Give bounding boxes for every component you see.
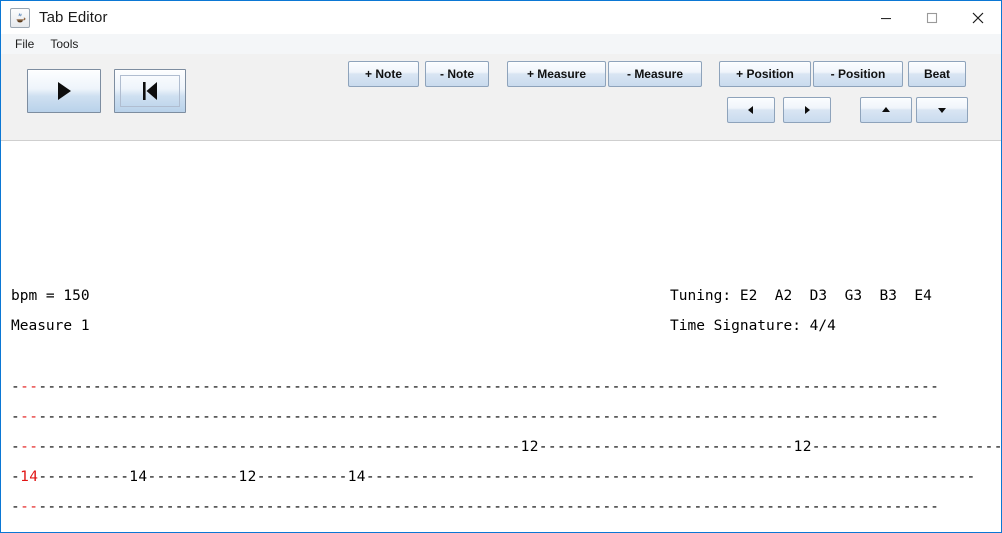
arrow-left-icon (748, 106, 753, 114)
add-position-button[interactable]: + Position (719, 61, 811, 87)
play-icon (58, 82, 71, 100)
string-g3-post: ----------------------------------------… (38, 439, 1001, 455)
remove-measure-button[interactable]: - Measure (608, 61, 702, 87)
remove-position-button[interactable]: - Position (813, 61, 903, 87)
string-a2-pre: - (11, 499, 21, 515)
minimize-button[interactable] (863, 1, 909, 34)
add-note-button[interactable]: + Note (348, 61, 419, 87)
time-signature-label: Time Signature: 4/4 (670, 318, 836, 334)
remove-note-button[interactable]: - Note (425, 61, 489, 87)
string-g3-cursor: -- (20, 439, 39, 455)
measure-label: Measure 1 (11, 318, 90, 334)
title-bar: Tab Editor (1, 1, 1001, 34)
string-e4-pre: - (11, 379, 21, 395)
minimize-icon (881, 17, 891, 19)
string-a2-cursor: -- (20, 499, 39, 515)
string-b3-pre: - (11, 409, 21, 425)
string-g3-line[interactable]: ----------------------------------------… (11, 439, 1001, 455)
string-d3-line[interactable]: -14----------14----------12----------14-… (11, 469, 976, 485)
string-e4-line[interactable]: ----------------------------------------… (11, 379, 939, 395)
beat-button[interactable]: Beat (908, 61, 966, 87)
move-up-button[interactable] (860, 97, 912, 123)
java-coffee-cup-icon (10, 7, 30, 28)
bpm-label: bpm = 150 (11, 288, 90, 304)
string-a2-line[interactable]: ----------------------------------------… (11, 499, 939, 515)
string-d3-post: ----------14----------12----------14----… (38, 469, 976, 485)
menu-bar: File Tools (1, 34, 1001, 54)
move-right-button[interactable] (783, 97, 831, 123)
window-controls (863, 1, 1001, 34)
arrow-right-icon (805, 106, 810, 114)
tab-sheet[interactable]: bpm = 150 Measure 1 Tuning: E2 A2 D3 G3 … (1, 141, 1001, 532)
move-down-button[interactable] (916, 97, 968, 123)
app-window: Tab Editor File Tools + Note - Note + Me… (0, 0, 1002, 533)
string-b3-post: ----------------------------------------… (38, 409, 940, 425)
arrow-down-icon (938, 108, 946, 113)
string-e4-cursor: -- (20, 379, 39, 395)
focus-ring (120, 75, 180, 107)
add-measure-button[interactable]: + Measure (507, 61, 606, 87)
maximize-button[interactable] (909, 1, 955, 34)
tuning-label: Tuning: E2 A2 D3 G3 B3 E4 (670, 288, 932, 304)
string-d3-cursor: 14 (20, 469, 39, 485)
rewind-to-start-button[interactable] (114, 69, 186, 113)
close-icon (972, 12, 984, 23)
toolbar: + Note - Note + Measure - Measure + Posi… (1, 54, 1001, 141)
close-button[interactable] (955, 1, 1001, 34)
window-title: Tab Editor (39, 9, 108, 26)
play-button[interactable] (27, 69, 101, 113)
maximize-icon (926, 12, 938, 23)
menu-item-tools[interactable]: Tools (42, 35, 86, 53)
string-b3-cursor: -- (20, 409, 39, 425)
arrow-up-icon (882, 107, 890, 112)
string-e4-post: ----------------------------------------… (38, 379, 940, 395)
menu-item-file[interactable]: File (7, 35, 42, 53)
string-b3-line[interactable]: ----------------------------------------… (11, 409, 939, 425)
move-left-button[interactable] (727, 97, 775, 123)
string-a2-post: ----------------------------------------… (38, 499, 940, 515)
string-d3-pre: - (11, 469, 21, 485)
string-g3-pre: - (11, 439, 21, 455)
